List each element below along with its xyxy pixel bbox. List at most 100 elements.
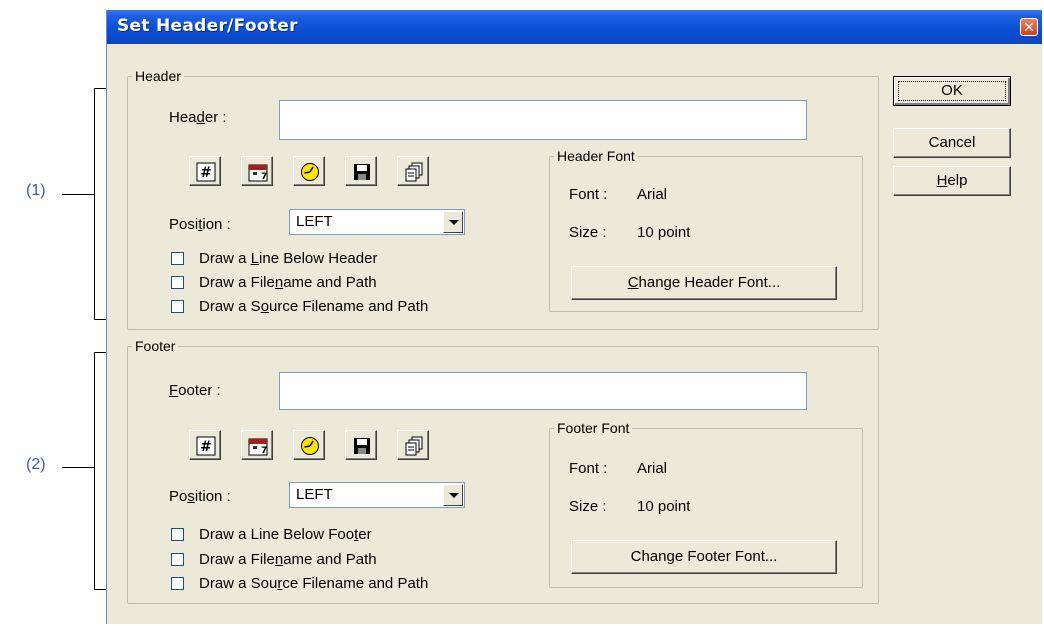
footer-position-label-mnemonic: s <box>187 488 195 505</box>
header-font-group-label: Header Font <box>557 148 635 164</box>
save-disk-icon <box>354 164 370 180</box>
header-input[interactable] <box>279 100 807 140</box>
header-field-label-text: Hea <box>169 109 197 126</box>
label-part: Draw a S <box>199 298 261 315</box>
label-part: Draw a Line Below Foo <box>199 526 355 543</box>
header-font-label: Font : <box>569 186 608 203</box>
label-part: ame and Path <box>283 551 377 568</box>
date-icon: 7 <box>248 438 268 456</box>
svg-text:7: 7 <box>261 446 267 456</box>
help-button[interactable]: Help <box>893 166 1011 196</box>
insert-time-button[interactable] <box>293 156 325 186</box>
label-mnemonic: g <box>666 548 675 565</box>
chevron-down-icon[interactable] <box>443 484 463 506</box>
label-mnemonic: C <box>627 274 639 291</box>
footer-position-label: Position : <box>169 488 231 505</box>
help-label: Help <box>937 167 968 195</box>
header-size-value: 10 point <box>637 224 691 241</box>
label-mnemonic: L <box>250 250 260 267</box>
insert-time-button[interactable] <box>293 430 325 460</box>
label-part: Chan <box>630 548 667 565</box>
change-footer-font-button[interactable]: Change Footer Font... <box>571 540 837 574</box>
checkbox[interactable] <box>171 553 184 566</box>
page-number-icon: # <box>196 436 216 456</box>
footer-size-label: Size : <box>569 498 607 515</box>
label-part: Draw a File <box>199 274 275 291</box>
footer-position-select[interactable]: LEFT <box>289 482 465 508</box>
checkbox[interactable] <box>171 252 184 265</box>
dialog-client-area: Header Header : # 7 Position : LEFT Draw… <box>107 44 1042 624</box>
footer-font-label: Font : <box>569 460 608 477</box>
insert-pages-button[interactable] <box>397 430 429 460</box>
label-mnemonic: o <box>260 298 270 315</box>
label-part: hange Header Font... <box>638 274 781 291</box>
title-bar[interactable]: Set Header/Footer ✕ <box>107 10 1042 44</box>
focus-rect <box>898 81 1006 101</box>
header-field-label-text-end: er : <box>204 109 227 126</box>
cancel-button[interactable]: Cancel <box>893 128 1011 158</box>
checkbox[interactable] <box>171 528 184 541</box>
header-size-label: Size : <box>569 224 607 241</box>
footer-font-value: Arial <box>637 460 668 477</box>
header-position-label-text-end: ion : <box>202 216 231 233</box>
header-field-label-mnemonic: d <box>196 109 205 126</box>
insert-filename-button[interactable] <box>345 430 377 460</box>
checkbox-label: Draw a Line Below Header <box>199 250 377 267</box>
label-mnemonic: n <box>274 274 284 291</box>
checkbox[interactable] <box>171 276 184 289</box>
label-part: e Footer Font... <box>674 548 778 565</box>
label-part: er <box>358 526 372 543</box>
ok-button[interactable]: OK <box>893 76 1011 106</box>
svg-text:#: # <box>200 165 212 181</box>
cancel-label: Cancel <box>928 134 976 151</box>
footer-position-label-text: Po <box>169 488 188 505</box>
header-group-label: Header <box>135 68 181 84</box>
save-disk-icon <box>354 438 370 454</box>
label-part: Draw a File <box>199 551 275 568</box>
insert-page-number-button[interactable]: # <box>189 430 221 460</box>
change-header-font-button[interactable]: Change Header Font... <box>571 266 837 300</box>
clock-icon <box>301 163 319 181</box>
copy-pages-icon <box>405 162 423 182</box>
chevron-down-icon[interactable] <box>443 211 463 233</box>
header-position-select[interactable]: LEFT <box>289 209 465 235</box>
checkbox[interactable] <box>171 577 184 590</box>
page-number-icon: # <box>196 162 216 182</box>
label-mnemonic: n <box>274 551 284 568</box>
checkbox-label: Draw a Source Filename and Path <box>199 298 428 315</box>
label-part: ame and Path <box>283 274 377 291</box>
insert-date-button[interactable]: 7 <box>241 156 273 186</box>
footer-input[interactable] <box>279 372 807 410</box>
close-button[interactable]: ✕ <box>1020 18 1038 36</box>
label-part: urce Filename and Path <box>269 298 429 315</box>
header-font-value: Arial <box>637 186 668 203</box>
clock-icon <box>301 437 319 455</box>
set-header-footer-dialog: Set Header/Footer ✕ Header Header : # 7 … <box>106 10 1042 624</box>
close-icon: ✕ <box>1023 19 1035 35</box>
dialog-title: Set Header/Footer <box>117 16 298 36</box>
label-part: elp <box>947 172 968 189</box>
checkbox[interactable] <box>171 300 184 313</box>
label-part: Draw a Sou <box>199 575 278 592</box>
footer-group-label: Footer <box>135 338 176 354</box>
annotation-bracket-1 <box>94 88 95 320</box>
label-mnemonic: H <box>936 172 948 189</box>
footer-position-label-text-end: ition : <box>194 488 231 505</box>
header-position-label-text: Posi <box>169 216 199 233</box>
insert-pages-button[interactable] <box>397 156 429 186</box>
checkbox-label: Draw a Filename and Path <box>199 551 377 568</box>
annotation-label-1: (1) <box>26 182 46 199</box>
header-position-label: Position : <box>169 216 231 233</box>
change-header-font-label: Change Header Font... <box>628 267 781 299</box>
insert-date-button[interactable]: 7 <box>241 430 273 460</box>
header-field-label: Header : <box>169 109 227 126</box>
header-position-value: LEFT <box>296 213 333 230</box>
insert-page-number-button[interactable]: # <box>189 156 221 186</box>
footer-font-group-label: Footer Font <box>557 420 630 436</box>
annotation-tick-1 <box>62 194 94 195</box>
label-part: ine Below Header <box>259 250 378 267</box>
copy-pages-icon <box>405 436 423 456</box>
footer-position-value: LEFT <box>296 486 333 503</box>
insert-filename-button[interactable] <box>345 156 377 186</box>
checkbox-label: Draw a Line Below Footer <box>199 526 372 543</box>
